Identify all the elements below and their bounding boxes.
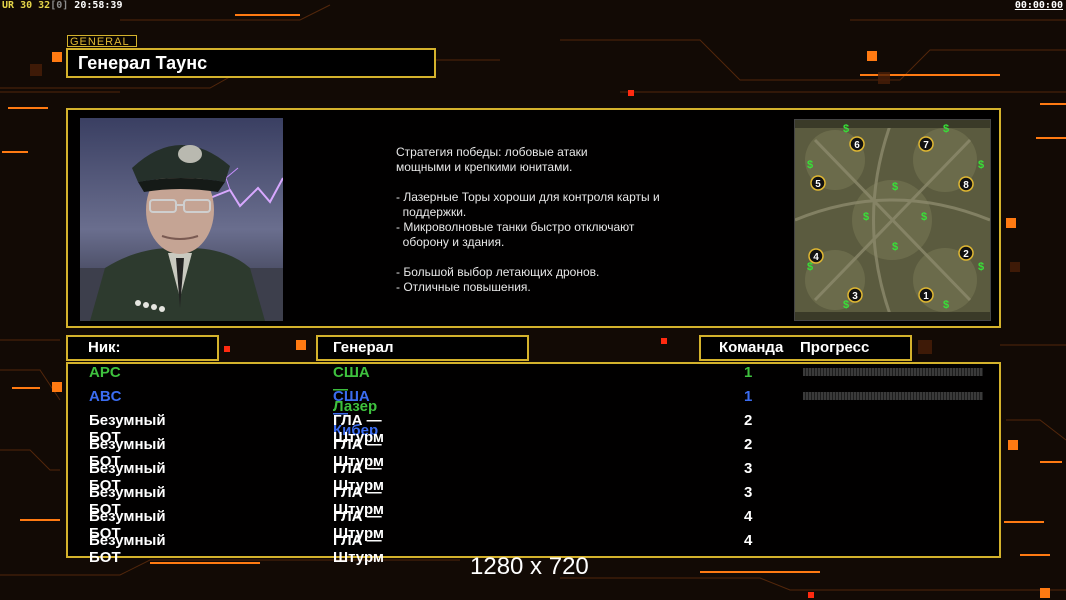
map-start-label: 6 bbox=[854, 140, 860, 151]
description-line: Стратегия победы: лобовые атаки bbox=[396, 145, 588, 159]
supply-icon: $ bbox=[943, 299, 949, 311]
map-start-position: 8 bbox=[958, 176, 974, 192]
general-tag: GENERAL bbox=[67, 35, 137, 48]
supply-icon: $ bbox=[843, 299, 849, 311]
description-line: - Большой выбор летающих дронов. bbox=[396, 265, 600, 279]
description-line: мощными и крепкими юнитами. bbox=[396, 160, 573, 174]
map-start-label: 4 bbox=[813, 252, 819, 263]
map-start-label: 2 bbox=[963, 249, 969, 260]
resolution-label: 1280 x 720 bbox=[470, 553, 589, 580]
supply-icon: $ bbox=[807, 159, 813, 171]
player-team[interactable]: 3 bbox=[744, 484, 752, 501]
description-line bbox=[396, 250, 776, 265]
supply-icon: $ bbox=[843, 123, 849, 135]
general-description: Стратегия победы: лобовые атаки мощными и… bbox=[396, 145, 776, 295]
supply-icon: $ bbox=[892, 181, 898, 193]
player-team[interactable]: 4 bbox=[744, 508, 752, 525]
supply-icon: $ bbox=[943, 123, 949, 135]
supply-icon: $ bbox=[807, 261, 813, 273]
description-line: - Лазерные Торы хороши для контроля карт… bbox=[396, 190, 660, 204]
player-progress-bar bbox=[803, 368, 983, 376]
progress-header: Прогресс bbox=[800, 339, 870, 356]
player-team[interactable]: 1 bbox=[744, 388, 752, 405]
general-portrait bbox=[80, 118, 283, 321]
description-line: оборону и здания. bbox=[396, 235, 505, 249]
player-team[interactable]: 3 bbox=[744, 460, 752, 477]
hud-bracket: [0] bbox=[50, 0, 69, 11]
description-line: - Отличные повышения. bbox=[396, 280, 531, 294]
map-start-label: 5 bbox=[815, 179, 821, 190]
team-header: Команда bbox=[719, 339, 784, 356]
map-start-position: 3 bbox=[847, 287, 863, 303]
map-start-label: 1 bbox=[923, 291, 929, 302]
hud-value-1: 30 bbox=[20, 0, 33, 11]
map-start-label: 8 bbox=[963, 180, 969, 191]
description-line bbox=[396, 175, 776, 190]
player-nick: APC bbox=[89, 364, 121, 381]
general-header: Генерал bbox=[316, 335, 529, 361]
supply-icon: $ bbox=[863, 211, 869, 223]
hud-clock: 20:58:39 bbox=[74, 0, 123, 11]
nick-header: Ник: bbox=[66, 335, 219, 361]
hud-timer: 00:00:00 bbox=[1014, 0, 1063, 11]
player-general[interactable]: ГЛА — Штурм bbox=[333, 532, 384, 566]
map-start-position: 7 bbox=[918, 136, 934, 152]
map-start-label: 7 bbox=[923, 140, 929, 151]
description-line: поддержки. bbox=[396, 205, 467, 219]
map-start-position: 2 bbox=[958, 245, 974, 261]
player-team[interactable]: 4 bbox=[744, 532, 752, 549]
hud-status: UR 30 32[0] 20:58:39 bbox=[2, 0, 122, 11]
player-team[interactable]: 2 bbox=[744, 436, 752, 453]
supply-icon: $ bbox=[892, 241, 898, 253]
general-name: Генерал Таунс bbox=[66, 48, 436, 78]
map-start-position: 1 bbox=[918, 287, 934, 303]
supply-icon: $ bbox=[921, 211, 927, 223]
player-nick: ABC bbox=[89, 388, 122, 405]
player-team[interactable]: 1 bbox=[744, 364, 752, 381]
hud-ur: UR bbox=[2, 0, 15, 11]
map-start-label: 3 bbox=[852, 291, 858, 302]
description-line: - Микроволновые танки быстро отключают bbox=[396, 220, 635, 234]
hud-value-2: 32 bbox=[38, 0, 51, 11]
team-progress-header: Команда Прогресс bbox=[699, 335, 912, 361]
player-nick: Безумный БОТ bbox=[89, 532, 166, 566]
player-progress-bar bbox=[803, 392, 983, 400]
player-team[interactable]: 2 bbox=[744, 412, 752, 429]
map-start-position: 5 bbox=[810, 175, 826, 191]
map-start-position: 6 bbox=[849, 136, 865, 152]
supply-icon: $ bbox=[978, 261, 984, 273]
supply-icon: $ bbox=[978, 159, 984, 171]
map-preview: 1 2 3 4 5 6 7 8 $ $ $ $ $ $ $ $ $ $ $ $ bbox=[794, 119, 991, 321]
